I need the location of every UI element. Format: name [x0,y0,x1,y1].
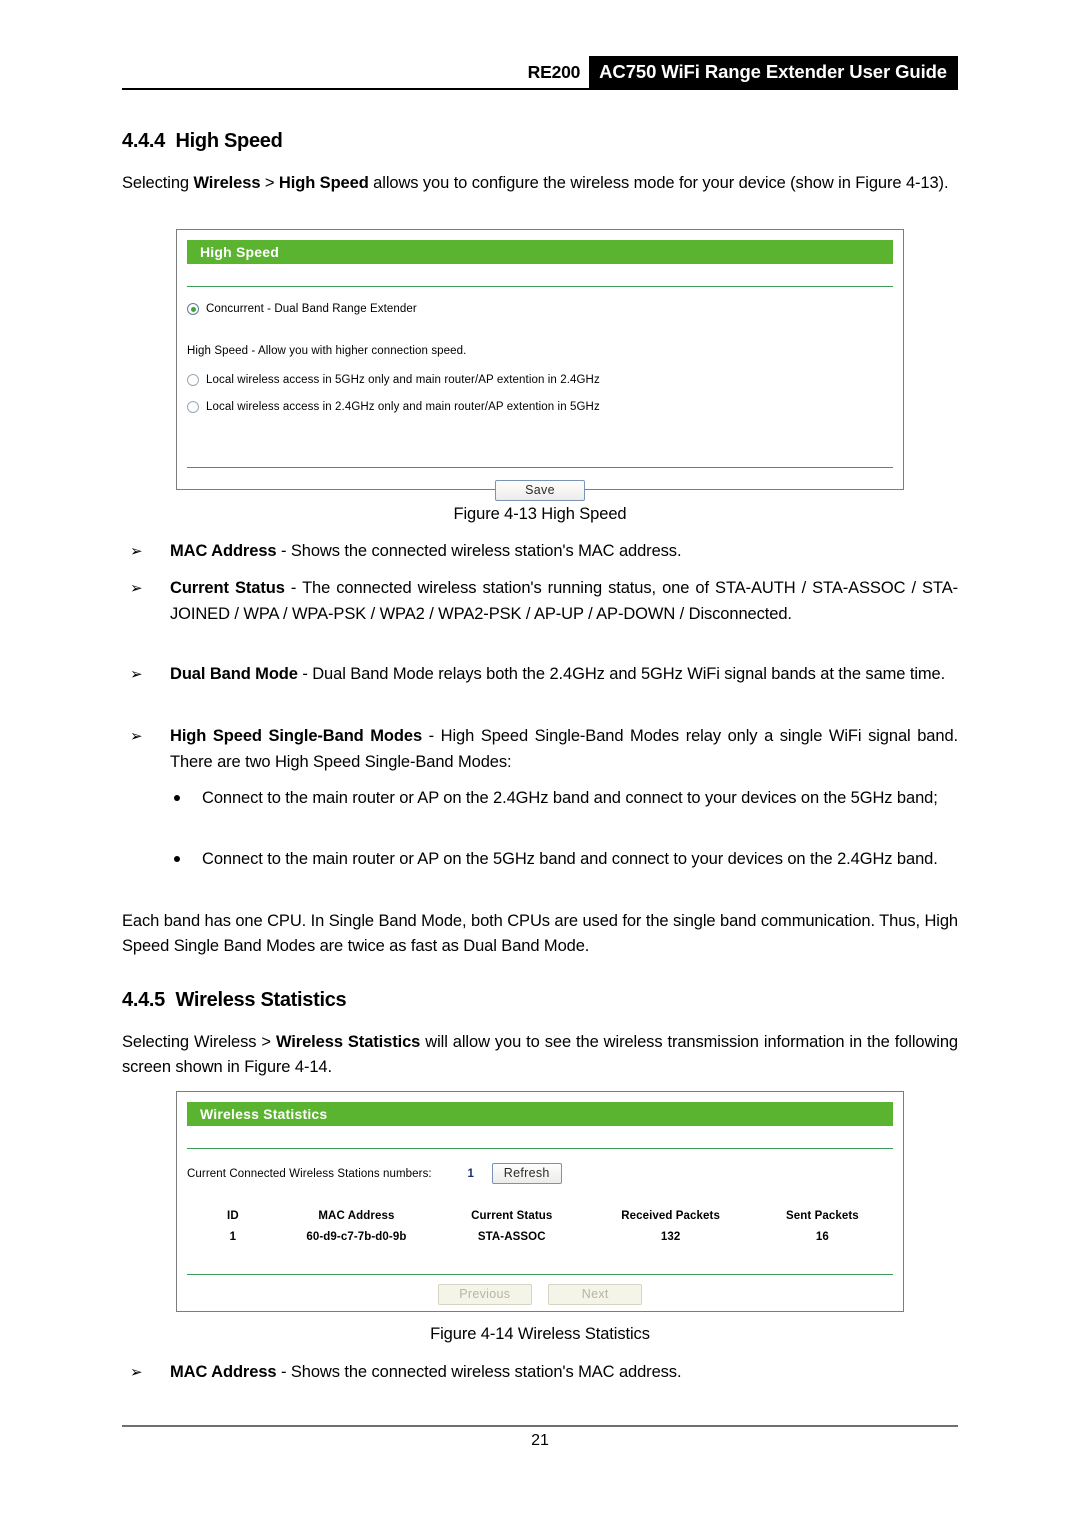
intro-text-sep: > [260,174,279,192]
page-header: RE200 AC750 WiFi Range Extender User Gui… [122,56,958,90]
radio-button-icon-24ghz-local[interactable] [187,401,199,413]
arrow-bullet-icon: ➢ [130,1364,143,1381]
previous-button[interactable]: Previous [437,1284,532,1305]
intro-text-b: allows you to configure the wireless mod… [368,174,949,192]
bullet-sep: - [284,579,303,597]
bullet-text-mac-address-final: Shows the connected wireless station's M… [290,1363,682,1381]
bullet-current-status: ➢ Current Status - The connected wireless… [122,576,958,627]
intro-bold-wireless: Wireless [193,174,261,192]
column-header-id: ID [227,1210,239,1222]
table-row: 1 60-d9-c7-7b-d0-9b STA-ASSOC 132 16 [187,1226,893,1248]
wireless-stations-table: ID MAC Address Current Status Received P… [187,1206,893,1248]
panel-top-rule [187,1148,893,1149]
bullet-sep: - [276,1363,291,1381]
figure-caption-4-14: Figure 4-14 Wireless Statistics [430,1325,650,1343]
wireless-statistics-screenshot-panel: Wireless Statistics Current Connected Wi… [176,1091,904,1312]
cell-current-status: STA-ASSOC [477,1231,546,1243]
sub-bullet-text-2: Connect to the main router or AP on the … [202,850,938,868]
panel-title-high-speed: High Speed [200,244,280,260]
arrow-bullet-icon: ➢ [130,543,143,560]
closing-paragraph: Each band has one CPU. In Single Band Mo… [122,912,958,955]
bullet-sep: - [297,665,313,683]
radio-button-icon-5ghz-local[interactable] [187,374,199,386]
section-heading-wireless-statistics: 4.4.5 Wireless Statistics [122,989,347,1012]
bullet-text-dual-band-mode: Dual Band Mode relays both the 2.4GHz an… [312,665,946,683]
column-header-current-status: Current Status [471,1210,553,1222]
connected-stations-row: Current Connected Wireless Stations numb… [187,1163,893,1184]
connected-stations-count: 1 [467,1167,474,1180]
arrow-bullet-icon: ➢ [130,666,143,683]
bullet-sep: - [276,542,291,560]
high-speed-note: High Speed - Allow you with higher conne… [187,345,467,357]
sub-bullet-text-1: Connect to the main router or AP on the … [202,789,938,807]
radio-label-24ghz-local: Local wireless access in 2.4GHz only and… [206,401,600,413]
bullet-mac-address-final: ➢ MAC Address - Shows the connected wirel… [122,1360,958,1386]
page-number: 21 [531,1432,549,1449]
high-speed-screenshot-panel: High Speed Concurrent - Dual Band Range … [176,229,904,501]
section-number-445: 4.4.5 [122,989,165,1011]
sub-bullet-24ghz-to-5ghz: Connect to the main router or AP on the … [122,786,958,812]
next-button[interactable]: Next [548,1284,643,1305]
radio-label-5ghz-local: Local wireless access in 5GHz only and m… [206,374,600,386]
bullet-text-mac-address: Shows the connected wireless station's M… [290,542,682,560]
pagination-button-bar: Previous Next [177,1275,903,1305]
section-heading-high-speed: 4.4.4 High Speed [122,130,283,153]
section-number-444: 4.4.4 [122,130,165,152]
bullet-dual-band-mode: ➢ Dual Band Mode - Dual Band Mode relays … [122,662,958,688]
bullet-term-dual-band-mode: Dual Band Mode [170,665,298,683]
dot-bullet-icon [174,795,180,801]
panel-header-bar: High Speed [187,240,893,264]
radio-option-24ghz-local[interactable]: Local wireless access in 2.4GHz only and… [187,401,893,413]
high-speed-intro-paragraph: Selecting Wireless > High Speed allows y… [122,171,958,196]
column-header-sent-packets: Sent Packets [785,1210,859,1222]
arrow-bullet-icon: ➢ [130,728,143,745]
bullet-term-current-status: Current Status [170,579,285,597]
cell-id: 1 [229,1231,237,1243]
footer-divider [122,1425,958,1427]
refresh-button[interactable]: Refresh [491,1163,562,1184]
bullet-high-speed-single-band: ➢ High Speed Single-Band Modes - High Spe… [122,724,958,775]
column-header-received-packets: Received Packets [621,1210,720,1222]
ws-intro-text-a: Selecting Wireless > [122,1033,276,1051]
section-title-wireless-statistics: Wireless Statistics [175,989,347,1011]
arrow-bullet-icon: ➢ [130,580,143,597]
connected-stations-label: Current Connected Wireless Stations numb… [187,1167,432,1180]
bullet-mac-address: ➢ MAC Address - Shows the connected wirel… [122,539,958,565]
table-header-row: ID MAC Address Current Status Received P… [187,1206,893,1226]
save-button[interactable]: Save [495,480,585,501]
panel-title-wireless-statistics: Wireless Statistics [200,1106,328,1122]
cell-sent-packets: 16 [815,1231,829,1243]
intro-bold-high-speed: High Speed [278,174,369,192]
header-title: AC750 WiFi Range Extender User Guide [589,56,958,88]
panel-header-bar: Wireless Statistics [187,1102,893,1126]
panel-top-rule [187,286,893,287]
radio-button-icon-concurrent[interactable] [187,303,199,315]
header-model: RE200 [527,61,581,82]
bullet-term-mac-address-final: MAC Address [170,1363,277,1381]
section-title-high-speed: High Speed [175,130,283,152]
intro-text-a: Selecting [122,174,194,192]
cell-mac-address: 60-d9-c7-7b-d0-9b [306,1231,407,1243]
bullet-term-mac-address: MAC Address [170,542,277,560]
wireless-statistics-intro-paragraph: Selecting Wireless > Wireless Statistics… [122,1030,958,1080]
bullet-term-high-speed-single-band: High Speed Single-Band Modes [170,727,423,745]
radio-option-concurrent[interactable]: Concurrent - Dual Band Range Extender [187,303,893,315]
figure-caption-4-13: Figure 4-13 High Speed [453,505,627,523]
cell-received-packets: 132 [660,1231,681,1243]
dot-bullet-icon [174,856,180,862]
radio-label-concurrent: Concurrent - Dual Band Range Extender [206,303,417,315]
sub-bullet-5ghz-to-24ghz: Connect to the main router or AP on the … [122,847,958,873]
header-divider [122,88,958,90]
column-header-mac-address: MAC Address [318,1210,395,1222]
ws-intro-bold: Wireless Statistics [275,1033,421,1051]
bullet-sep: - [422,727,441,745]
radio-option-5ghz-local[interactable]: Local wireless access in 5GHz only and m… [187,374,893,386]
high-speed-button-bar: Save [177,468,903,501]
